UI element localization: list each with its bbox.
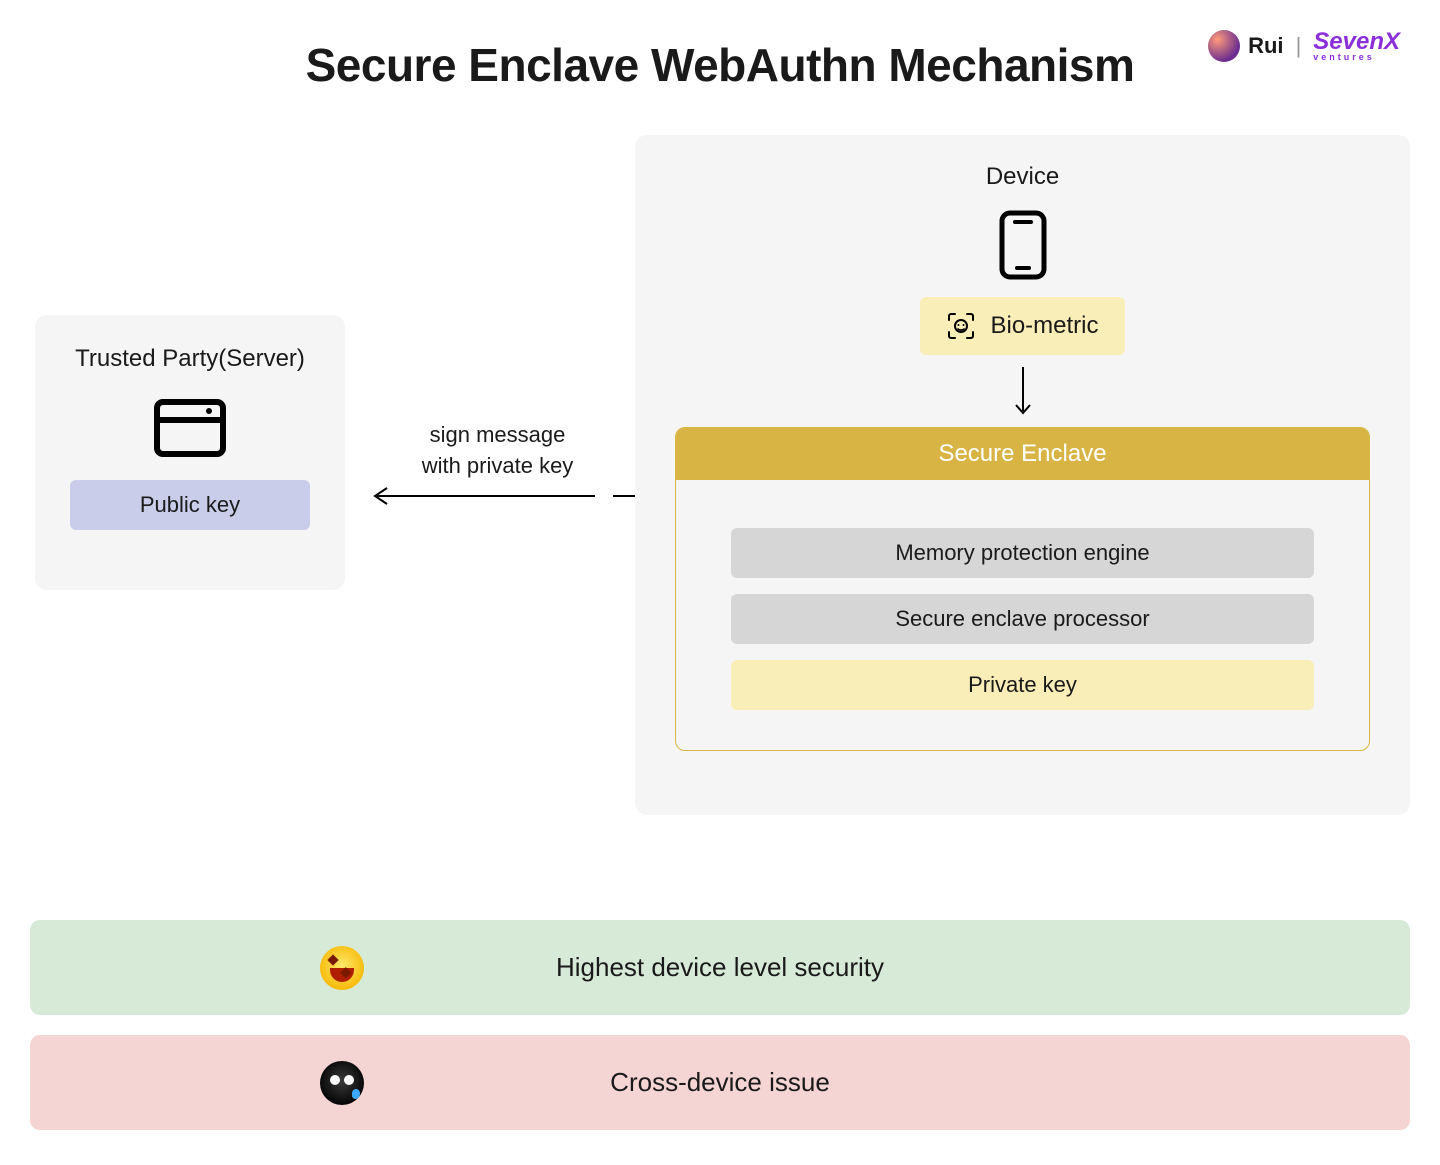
trusted-party-label: Trusted Party(Server) [75, 345, 305, 373]
biometric-label: Bio-metric [990, 312, 1098, 340]
author-avatar [1208, 30, 1240, 62]
enclave-row-memory: Memory protection engine [731, 528, 1314, 578]
device-label: Device [986, 163, 1059, 191]
device-box: Device Bio-metric Secure Enclave Memory [635, 135, 1410, 815]
sign-message-arrow: sign message with private key [355, 420, 640, 511]
enclave-row-processor: Secure enclave processor [731, 594, 1314, 644]
arrow-label-line2: with private key [422, 453, 574, 478]
phone-icon [998, 209, 1048, 281]
page-title: Secure Enclave WebAuthn Mechanism [306, 38, 1135, 92]
branding-block: Rui | SevenX ventures [1208, 30, 1400, 62]
sad-emoji-icon [320, 1061, 364, 1105]
separator: | [1292, 33, 1306, 59]
enclave-row-privatekey: Private key [731, 660, 1314, 710]
server-icon [153, 398, 227, 458]
arrow-down-icon [1013, 365, 1033, 421]
diagram-canvas: Trusted Party(Server) Public key sign me… [30, 110, 1410, 830]
public-key-badge: Public key [70, 480, 310, 530]
secure-enclave-box: Secure Enclave Memory protection engine … [675, 427, 1370, 751]
arrow-left-icon [355, 486, 640, 506]
secure-enclave-header: Secure Enclave [676, 428, 1369, 480]
biometric-badge: Bio-metric [920, 297, 1124, 355]
banner-pro: Highest device level security [30, 920, 1410, 1015]
trusted-party-box: Trusted Party(Server) Public key [35, 315, 345, 590]
company-logo: SevenX ventures [1313, 31, 1400, 61]
banner-con-text: Cross-device issue [30, 1067, 1410, 1098]
banner-con: Cross-device issue [30, 1035, 1410, 1130]
author-name: Rui [1248, 33, 1283, 59]
laugh-emoji-icon [320, 946, 364, 990]
banner-pro-text: Highest device level security [30, 952, 1410, 983]
face-id-icon [946, 311, 976, 341]
arrow-label-line1: sign message [430, 422, 566, 447]
